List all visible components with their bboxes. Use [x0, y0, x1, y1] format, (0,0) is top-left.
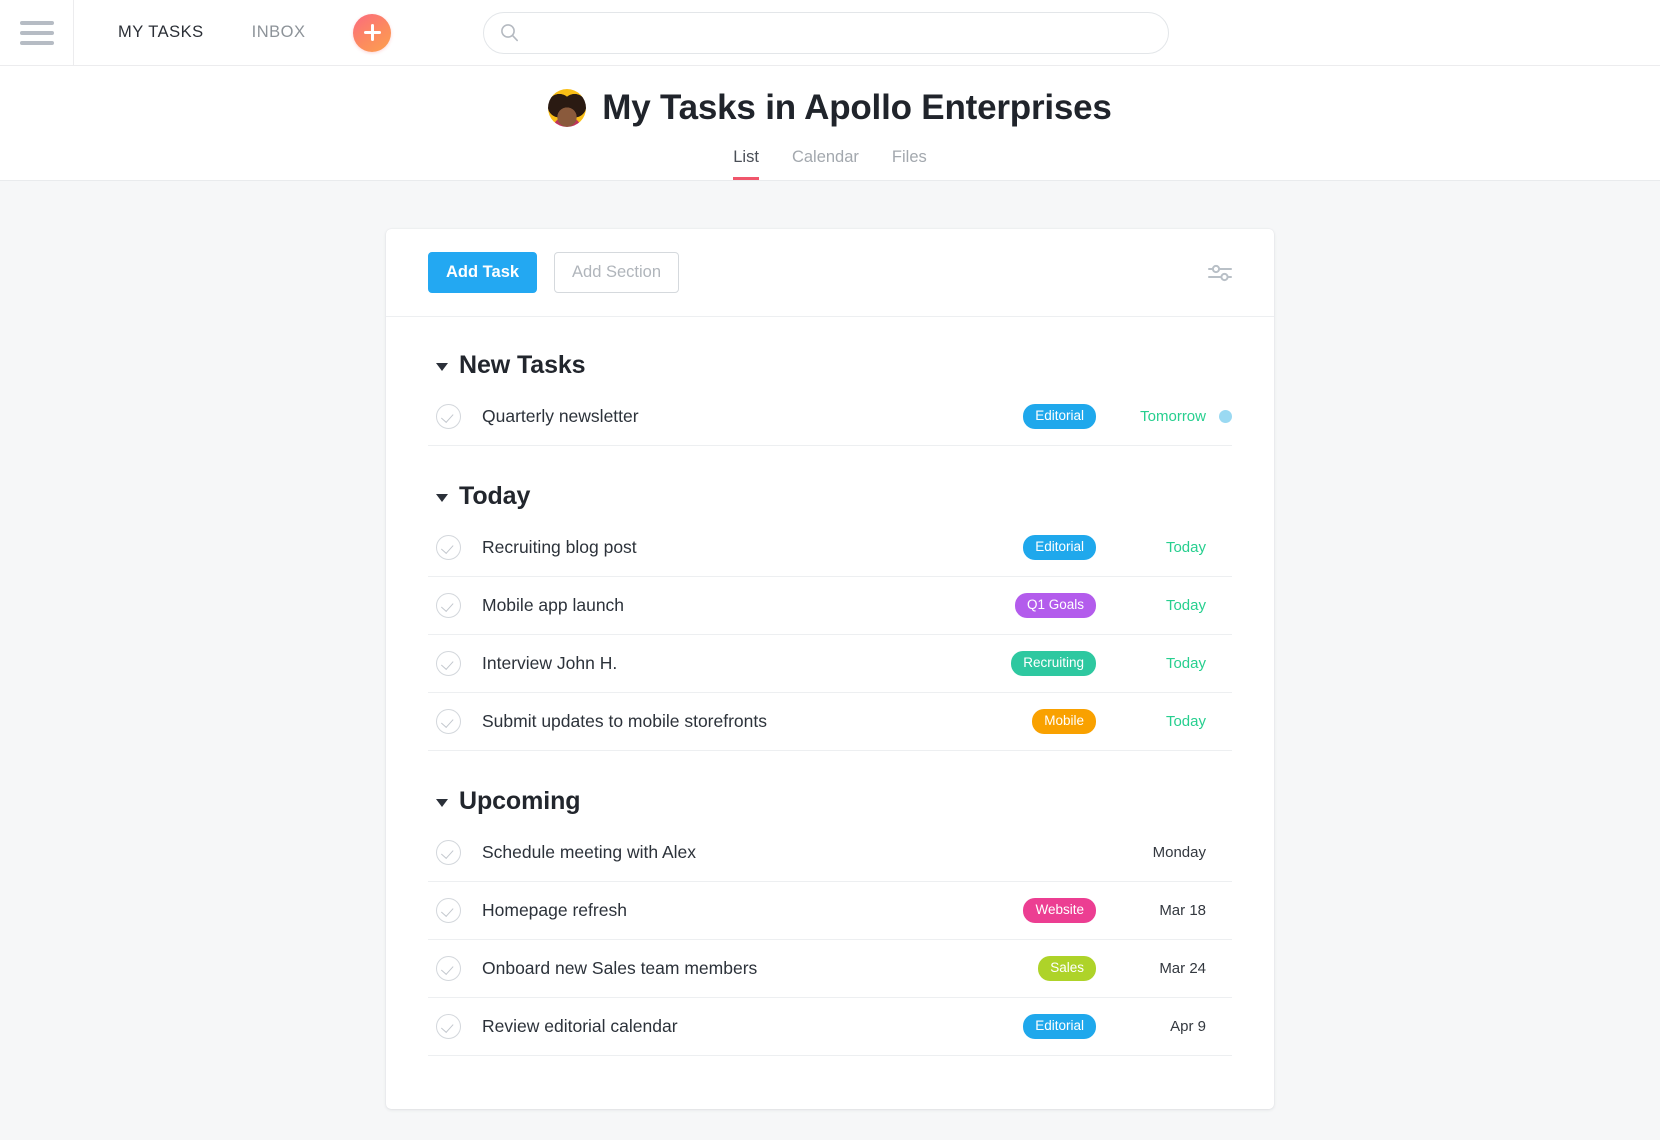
chevron-down-icon[interactable] — [436, 494, 448, 502]
complete-task-checkbox-icon[interactable] — [436, 593, 461, 618]
task-row[interactable]: Onboard new Sales team members Sales Mar 2… — [428, 940, 1232, 998]
app-root: MY TASKS INBOX My Tasks in Apollo Enterp… — [0, 0, 1660, 1140]
task-row[interactable]: Interview John H. Recruiting Today — [428, 635, 1232, 693]
complete-task-checkbox-icon[interactable] — [436, 404, 461, 429]
section-header[interactable]: Upcoming — [428, 787, 1232, 816]
task-section: Upcoming Schedule meeting with Alex Monday… — [428, 787, 1232, 1056]
page-header: My Tasks in Apollo Enterprises List Cale… — [0, 66, 1660, 181]
task-due-date[interactable]: Today — [1110, 597, 1206, 614]
task-due-date[interactable]: Mar 18 — [1110, 902, 1206, 919]
task-due-date[interactable]: Today — [1110, 713, 1206, 730]
nav-link-inbox[interactable]: INBOX — [252, 17, 306, 48]
task-tag[interactable]: Sales — [1038, 956, 1096, 981]
task-row[interactable]: Submit updates to mobile storefronts Mobi… — [428, 693, 1232, 751]
task-name: Schedule meeting with Alex — [482, 842, 697, 862]
page-title: My Tasks in Apollo Enterprises — [602, 88, 1112, 127]
task-name: Review editorial calendar — [482, 1016, 678, 1036]
section-title: Upcoming — [459, 787, 581, 815]
task-due-date[interactable]: Tomorrow — [1110, 408, 1206, 425]
task-due-date[interactable]: Mar 24 — [1110, 960, 1206, 977]
complete-task-checkbox-icon[interactable] — [436, 898, 461, 923]
complete-task-checkbox-icon[interactable] — [436, 956, 461, 981]
task-tag[interactable]: Editorial — [1023, 535, 1096, 560]
task-name: Homepage refresh — [482, 900, 627, 920]
complete-task-checkbox-icon[interactable] — [436, 651, 461, 676]
tab-calendar[interactable]: Calendar — [792, 148, 859, 180]
view-tabs: List Calendar Files — [0, 148, 1660, 180]
add-section-button[interactable]: Add Section — [554, 252, 680, 293]
sliders-icon[interactable] — [1208, 263, 1232, 282]
section-header[interactable]: New Tasks — [428, 351, 1232, 380]
avatar — [548, 89, 587, 127]
title-row: My Tasks in Apollo Enterprises — [0, 88, 1660, 128]
task-tag[interactable]: Editorial — [1023, 1014, 1096, 1039]
search-bar[interactable] — [483, 11, 1170, 54]
plus-icon[interactable] — [353, 13, 392, 52]
complete-task-checkbox-icon[interactable] — [436, 1014, 461, 1039]
task-name: Mobile app launch — [482, 595, 625, 615]
task-section: New Tasks Quarterly newsletter Editorial To… — [428, 351, 1232, 446]
complete-task-checkbox-icon[interactable] — [436, 535, 461, 560]
section-header[interactable]: Today — [428, 482, 1232, 511]
task-name: Onboard new Sales team members — [482, 958, 758, 978]
primary-nav: MY TASKS INBOX — [74, 13, 392, 52]
task-row[interactable]: Mobile app launch Q1 Goals Today — [428, 577, 1232, 635]
task-tag[interactable]: Recruiting — [1011, 651, 1096, 676]
task-due-date[interactable]: Today — [1110, 539, 1206, 556]
task-tag[interactable]: Editorial — [1023, 404, 1096, 429]
task-due-date[interactable]: Today — [1110, 655, 1206, 672]
task-name: Interview John H. — [482, 653, 618, 673]
chevron-down-icon[interactable] — [436, 799, 448, 807]
task-tag[interactable]: Mobile — [1032, 709, 1096, 734]
task-name: Quarterly newsletter — [482, 406, 639, 426]
tab-list[interactable]: List — [733, 148, 759, 180]
tab-files[interactable]: Files — [892, 148, 927, 180]
section-title: New Tasks — [459, 351, 586, 379]
search-input[interactable] — [529, 12, 1153, 53]
task-row[interactable]: Homepage refresh Website Mar 18 — [428, 882, 1232, 940]
task-list: New Tasks Quarterly newsletter Editorial To… — [386, 351, 1274, 1096]
task-name: Submit updates to mobile storefronts — [482, 711, 768, 731]
task-row[interactable]: Schedule meeting with Alex Monday — [428, 824, 1232, 882]
chevron-down-icon[interactable] — [436, 363, 448, 371]
content-area: Add Task Add Section New Tasks Quarterly … — [0, 181, 1660, 1109]
task-row[interactable]: Review editorial calendar Editorial Apr 9 — [428, 998, 1232, 1056]
task-tag[interactable]: Website — [1023, 898, 1096, 923]
task-name: Recruiting blog post — [482, 537, 637, 557]
search-icon — [501, 24, 519, 42]
task-due-date[interactable]: Apr 9 — [1110, 1018, 1206, 1035]
task-tag[interactable]: Q1 Goals — [1014, 593, 1096, 618]
task-row[interactable]: Quarterly newsletter Editorial Tomorrow — [428, 388, 1232, 446]
task-section: Today Recruiting blog post Editorial Today M… — [428, 482, 1232, 751]
complete-task-checkbox-icon[interactable] — [436, 709, 461, 734]
top-navigation-bar: MY TASKS INBOX — [0, 0, 1660, 66]
task-status-dot — [1219, 410, 1232, 423]
task-row[interactable]: Recruiting blog post Editorial Today — [428, 519, 1232, 577]
complete-task-checkbox-icon[interactable] — [436, 840, 461, 865]
task-due-date[interactable]: Monday — [1110, 844, 1206, 861]
section-title: Today — [459, 482, 531, 510]
menu-toggle-button[interactable] — [0, 0, 74, 66]
nav-link-my-tasks[interactable]: MY TASKS — [118, 17, 204, 48]
task-list-card: Add Task Add Section New Tasks Quarterly … — [386, 229, 1274, 1109]
hamburger-icon — [19, 20, 54, 45]
task-toolbar: Add Task Add Section — [386, 229, 1274, 317]
add-task-button[interactable]: Add Task — [428, 252, 538, 293]
